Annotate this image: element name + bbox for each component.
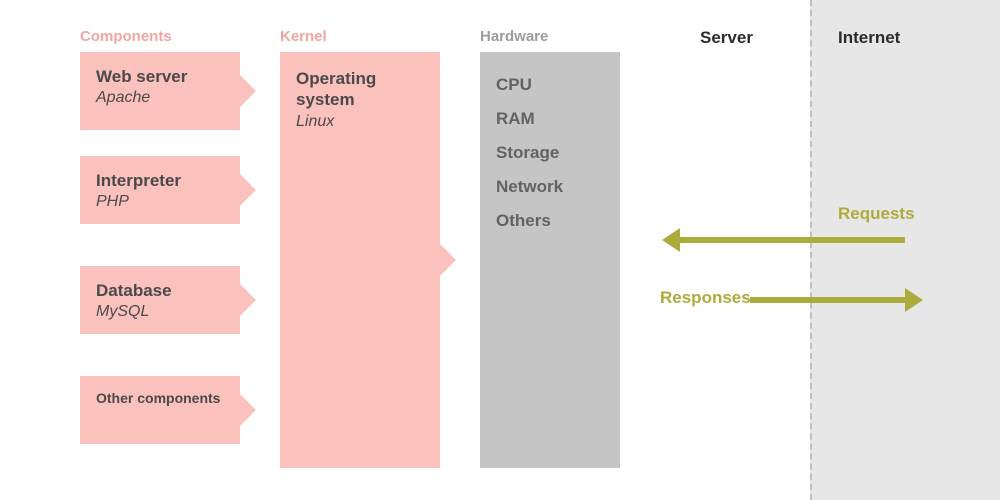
kernel-title: Operating system	[296, 68, 424, 111]
component-subtitle: MySQL	[96, 303, 224, 321]
requests-arrow	[680, 237, 905, 243]
header-hardware: Hardware	[480, 28, 548, 45]
component-web-server: Web server Apache	[80, 52, 240, 130]
requests-label: Requests	[838, 204, 915, 224]
kernel-subtitle: Linux	[296, 113, 424, 131]
internet-region	[810, 0, 1000, 500]
kernel-box: Operating system Linux	[280, 52, 440, 468]
component-title: Interpreter	[96, 170, 224, 191]
header-server: Server	[700, 28, 753, 48]
component-title: Database	[96, 280, 224, 301]
component-subtitle: Apache	[96, 89, 224, 107]
component-title: Web server	[96, 66, 224, 87]
component-subtitle: PHP	[96, 193, 224, 211]
hardware-item-others: Others	[496, 204, 604, 238]
hardware-item-ram: RAM	[496, 102, 604, 136]
responses-label: Responses	[660, 288, 751, 308]
header-internet: Internet	[838, 28, 900, 48]
server-internet-divider	[810, 0, 812, 500]
header-components: Components	[80, 28, 172, 45]
responses-arrow	[750, 297, 905, 303]
component-interpreter: Interpreter PHP	[80, 156, 240, 224]
hardware-item-network: Network	[496, 170, 604, 204]
hardware-box: CPU RAM Storage Network Others	[480, 52, 620, 468]
component-other: Other components	[80, 376, 240, 444]
hardware-item-storage: Storage	[496, 136, 604, 170]
header-kernel: Kernel	[280, 28, 327, 45]
component-title: Other components	[96, 390, 224, 408]
hardware-item-cpu: CPU	[496, 68, 604, 102]
component-database: Database MySQL	[80, 266, 240, 334]
